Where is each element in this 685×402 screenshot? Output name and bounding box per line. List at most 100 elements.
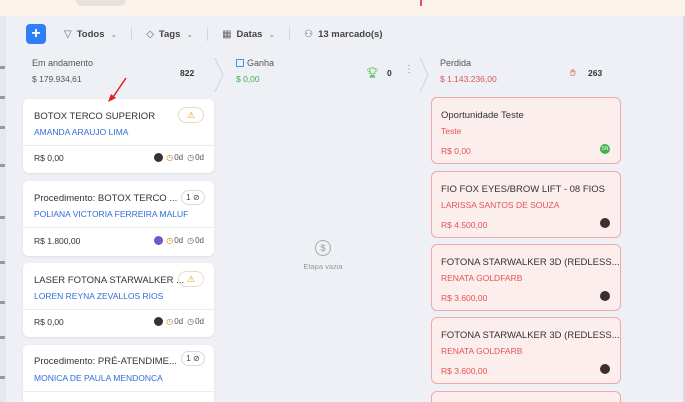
filter-datas[interactable]: ▦ Datas ⌄ bbox=[222, 29, 275, 40]
browser-top-strip bbox=[0, 0, 685, 16]
column-count: 0 bbox=[387, 68, 392, 78]
dollar-icon: $ bbox=[315, 240, 331, 256]
divider bbox=[23, 391, 214, 392]
divider bbox=[289, 27, 291, 41]
avatar[interactable]: SN bbox=[600, 144, 610, 154]
column-total: $ 0,00 bbox=[236, 74, 260, 84]
avatar[interactable] bbox=[600, 291, 610, 301]
deal-price: R$ 4.500,00 bbox=[441, 220, 488, 230]
divider bbox=[23, 227, 214, 228]
clock-icon: ◷ bbox=[187, 153, 195, 162]
stage-separator bbox=[214, 58, 224, 92]
deal-contact[interactable]: Teste bbox=[441, 126, 461, 136]
marked-count-label: 13 marcado(s) bbox=[318, 28, 383, 40]
deal-contact[interactable]: RENATA GOLDFARB bbox=[441, 346, 522, 356]
check-circle-icon: ⊘ bbox=[192, 354, 200, 363]
empty-stage: $ Etapa vazia bbox=[301, 240, 345, 271]
filter-tags[interactable]: ◇ Tags ⌄ bbox=[146, 29, 193, 40]
avatar[interactable] bbox=[600, 218, 610, 228]
deal-contact[interactable]: AMANDA ARAUJO LIMA bbox=[34, 127, 128, 137]
divider bbox=[23, 145, 214, 146]
deal-meta: ◷ 0d ◷ 0d bbox=[154, 317, 204, 326]
chevron-down-icon: ⌄ bbox=[186, 29, 194, 39]
deal-contact[interactable]: LOREN REYNA ZEVALLOS RIOS bbox=[34, 291, 163, 301]
deal-title: Procedimento: PRÉ-ATENDIME... bbox=[34, 356, 177, 367]
deal-age: 0d bbox=[174, 153, 184, 162]
column-title: Perdida bbox=[440, 58, 472, 68]
column-count: 263 bbox=[588, 68, 603, 78]
warning-icon[interactable]: ⚠︎ bbox=[178, 271, 204, 287]
deal-card[interactable]: BOTOX TERCO SUPERIOR ⚠︎ AMANDA ARAUJO LI… bbox=[23, 99, 214, 173]
deal-activity: 0d bbox=[195, 236, 204, 245]
lost-deal-card[interactable]: FOTONA STARWALKER 3D (REDLESS... RENATA … bbox=[431, 317, 621, 384]
column-total: $ 179.934,61 bbox=[32, 74, 82, 84]
task-count: 1 bbox=[186, 354, 191, 363]
clock-icon: ◷ bbox=[187, 317, 195, 326]
deal-title: LASER FOTONA STARWALKER ... bbox=[34, 275, 185, 286]
deal-title: FOTONA STARWALKER 3D (REDLESS... bbox=[441, 257, 620, 268]
users-icon: ⚇ bbox=[304, 28, 314, 40]
task-badge[interactable]: 1 ⊘ bbox=[181, 351, 205, 366]
clock-icon: ◷ bbox=[187, 236, 195, 245]
avatar[interactable] bbox=[600, 364, 610, 374]
checkbox-icon[interactable] bbox=[236, 59, 244, 67]
deal-card[interactable]: Procedimento: BOTOX TERCO ... 1 ⊘ POLIAN… bbox=[23, 181, 214, 256]
avatar[interactable] bbox=[154, 236, 164, 245]
lost-deal-card[interactable]: FOTONA STARWALKER 3D (REDLESS... RENATA … bbox=[431, 244, 621, 311]
annotation-arrow bbox=[108, 77, 127, 102]
timer-icon: ◷ bbox=[166, 236, 174, 245]
deal-title: BOTOX TERCO SUPERIOR bbox=[34, 111, 156, 122]
deal-contact[interactable]: POLIANA VICTORIA FERREIRA MALUF bbox=[34, 209, 188, 219]
chevron-down-icon: ⌄ bbox=[110, 29, 118, 39]
lost-deal-card[interactable]: FIO FOX EYES/BROW LIFT - 08 FIOS LARISSA… bbox=[431, 171, 621, 238]
filter-datas-label: Datas bbox=[236, 28, 263, 40]
deal-title: Procedimento: BOTOX TERCO ... bbox=[34, 193, 178, 204]
deal-price: R$ 1.800,00 bbox=[34, 236, 81, 246]
top-tab bbox=[76, 0, 126, 6]
deal-age: 0d bbox=[174, 236, 184, 245]
check-circle-icon: ⊘ bbox=[192, 193, 200, 202]
filter-icon: ▽ bbox=[64, 28, 72, 40]
task-badge[interactable]: 1 ⊘ bbox=[181, 190, 205, 205]
warning-icon[interactable]: ⚠︎ bbox=[178, 107, 204, 123]
more-vert-icon[interactable]: ⋮ bbox=[404, 64, 414, 75]
deal-title: Oportunidade Teste bbox=[441, 110, 524, 121]
marked-count[interactable]: ⚇ 13 marcado(s) bbox=[304, 29, 382, 40]
deal-contact[interactable]: LARISSA SANTOS DE SOUZA bbox=[441, 200, 559, 210]
deal-age: 0d bbox=[174, 317, 184, 326]
deal-contact[interactable]: MONICA DE PAULA MENDONCA bbox=[34, 373, 163, 383]
divider bbox=[131, 27, 133, 41]
deal-price: R$ 3.600,00 bbox=[441, 366, 488, 376]
thumbs-down-icon: ✋︎ bbox=[570, 68, 576, 79]
divider bbox=[207, 27, 209, 41]
deal-price: R$ 3.600,00 bbox=[441, 293, 488, 303]
deal-contact[interactable]: RENATA GOLDFARB bbox=[441, 273, 522, 283]
toolbar: + ▽ Todos ⌄ ◇ Tags ⌄ ▦ Datas ⌄ ⚇ 13 marc… bbox=[26, 23, 383, 45]
deal-price: R$ 0,00 bbox=[34, 317, 64, 327]
deal-activity: 0d bbox=[195, 317, 204, 326]
lost-deal-card[interactable] bbox=[431, 391, 621, 402]
deal-meta: ◷ 0d ◷ 0d bbox=[154, 236, 204, 245]
add-button[interactable]: + bbox=[26, 24, 46, 44]
empty-stage-label: Etapa vazia bbox=[303, 262, 343, 271]
deal-activity: 0d bbox=[195, 153, 204, 162]
calendar-icon: ▦ bbox=[222, 28, 232, 40]
filter-todos[interactable]: ▽ Todos ⌄ bbox=[64, 29, 117, 40]
column-header-andamento: Em andamento $ 179.934,61 bbox=[32, 58, 93, 84]
filter-tags-label: Tags bbox=[158, 28, 181, 40]
timer-icon: ◷ bbox=[166, 317, 174, 326]
column-header-perdida: Perdida $ 1.143.236,00 bbox=[440, 58, 497, 84]
stage-separator bbox=[419, 58, 429, 92]
avatar[interactable] bbox=[154, 153, 164, 162]
tag-icon: ◇ bbox=[146, 28, 154, 40]
deal-title: FOTONA STARWALKER 3D (REDLESS... bbox=[441, 330, 620, 341]
column-total: $ 1.143.236,00 bbox=[440, 74, 497, 84]
deal-card[interactable]: LASER FOTONA STARWALKER ... ⚠︎ LOREN REY… bbox=[23, 263, 214, 337]
column-header-ganha: Ganha $ 0,00 bbox=[236, 58, 274, 84]
filter-todos-label: Todos bbox=[76, 28, 105, 40]
deal-card[interactable]: Procedimento: PRÉ-ATENDIME... 1 ⊘ MONICA… bbox=[23, 345, 214, 402]
avatar[interactable] bbox=[154, 317, 164, 326]
lost-deal-card[interactable]: Oportunidade Teste Teste R$ 0,00 SN bbox=[431, 97, 621, 164]
deal-price: R$ 0,00 bbox=[441, 146, 471, 156]
top-marker bbox=[420, 0, 422, 6]
